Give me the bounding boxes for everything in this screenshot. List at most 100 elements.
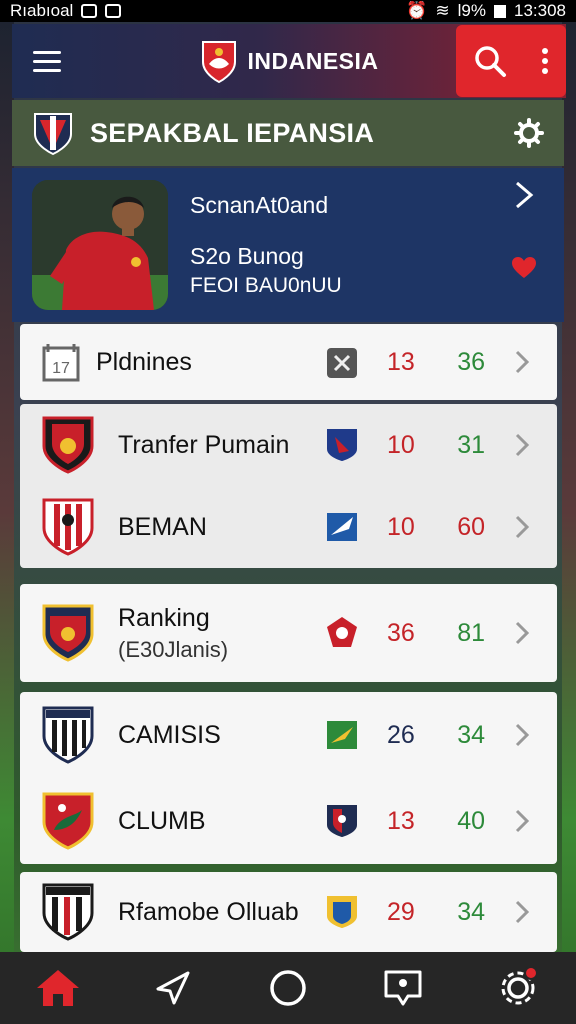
score-a: 26 [387,720,415,749]
score-pair: 36 81 [387,619,507,648]
featured-player-card[interactable]: ScnanAt0and S2o Bunog FEOI BAU0nUU [12,168,564,322]
score-b: 40 [457,806,485,835]
score-b: 31 [457,430,485,459]
score-b: 36 [457,347,485,376]
featured-text: ScnanAt0and S2o Bunog FEOI BAU0nUU [190,192,504,298]
list-item-label: CLUMB [118,806,206,835]
chevron-right-icon[interactable] [507,432,537,458]
hamburger-menu-button[interactable] [12,24,82,98]
score-pair: 29 34 [387,898,507,927]
team-badge-icon [327,721,357,749]
list-card: Tranfer Pumain 10 31 BEMAN 10 60 [20,404,557,568]
featured-subtitle: S2o Bunog [190,243,304,269]
list-item[interactable]: BEMAN 10 60 [20,486,557,568]
search-button[interactable] [473,44,507,78]
team-badge-icon [327,896,357,928]
wifi-icon: ≋ [435,1,450,20]
alarm-icon: ⏰ [406,1,428,20]
list-item-label: Tranfer Pumain [118,430,290,459]
menu-line [33,50,61,54]
chevron-right-icon[interactable] [507,808,537,834]
section-banner: SEPAKBAL IEPANSIA [12,100,564,166]
team-badge-icon [327,617,357,647]
featured-player-name: ScnanAt0and [190,192,329,218]
score-pair: 26 34 [387,721,507,750]
chevron-right-icon[interactable] [507,514,537,540]
section-logo-icon [34,113,72,156]
nav-messages[interactable] [363,952,443,1024]
score-a: 36 [387,618,415,647]
team-badge-icon [327,513,357,541]
svg-text:17: 17 [52,360,70,377]
chevron-right-icon[interactable] [513,180,535,210]
brand-logo-icon [202,41,237,84]
list-item[interactable]: CAMISIS 26 34 [20,692,557,778]
app-title: INDANESIA [247,47,379,74]
chat-location-icon [384,970,422,1006]
chevron-right-icon[interactable] [507,722,537,748]
list-item-text: Ranking (E30Jlanis) [118,604,325,663]
chevron-right-icon[interactable] [507,899,537,925]
score-b: 60 [457,512,485,541]
list-item[interactable]: CLUMB 13 40 [20,778,557,864]
battery-icon [494,4,506,18]
header-actions [456,25,566,97]
team-badge-icon [327,348,357,378]
featured-subtitle-2: FEOI BAU0nUU [190,274,342,297]
carrier-label: Rıabıoal [10,1,74,20]
list-item-label: Pldnines [96,347,192,376]
score-b: 34 [457,720,485,749]
score-b: 34 [457,897,485,926]
list-item-label: CAMISIS [118,720,221,749]
nav-home[interactable] [18,952,98,1024]
heart-icon[interactable] [511,256,537,280]
team-badge-icon [327,429,357,461]
app-header: INDANESIA [12,24,566,98]
club-crest-icon [42,604,94,662]
score-a: 13 [387,806,415,835]
score-pair: 13 36 [387,348,507,377]
status-bar: Rıabıoal ⏰ ≋ l9% 13:308 [0,0,576,22]
list-item-label: Ranking [118,603,210,632]
score-b: 81 [457,618,485,647]
club-crest-icon [42,498,94,556]
list-item[interactable]: Tranfer Pumain 10 31 [20,404,557,486]
team-badge-icon [327,805,357,837]
chevron-right-icon[interactable] [507,620,537,646]
section-title: SEPAKBAL IEPANSIA [90,117,375,148]
list-card: CAMISIS 26 34 CLUMB 13 40 [20,692,557,864]
calendar-icon: 17 [42,344,80,382]
list-item[interactable]: Rfamobe Olluab 29 34 [20,872,557,952]
more-options-button[interactable] [541,47,549,75]
battery-label: l9% [457,1,486,20]
score-pair: 10 31 [387,431,507,460]
club-crest-icon [42,883,94,941]
menu-line [33,68,61,72]
score-a: 13 [387,347,415,376]
list-item-sublabel: (E30Jlanis) [118,636,229,662]
featured-actions [504,180,544,310]
list-item[interactable]: 17 Pldnines 13 36 [20,324,557,400]
send-icon [156,971,190,1005]
chevron-right-icon[interactable] [507,349,537,375]
bottom-navigation [0,952,576,1024]
kebab-menu-icon [542,48,548,74]
player-image-icon [32,180,168,310]
notification-icon [81,4,98,18]
club-crest-icon [42,792,94,850]
list-item-label: Rfamobe Olluab [118,897,299,926]
score-a: 10 [387,512,415,541]
list-item[interactable]: Ranking (E30Jlanis) 36 81 [20,584,557,682]
nav-send[interactable] [133,952,213,1024]
app-icon [105,4,122,18]
nav-circle[interactable] [248,952,328,1024]
clock: 13:308 [514,1,566,20]
stadium-background-right [562,0,576,1024]
nav-settings[interactable] [478,952,558,1024]
section-settings-button[interactable] [514,118,544,148]
menu-line [33,59,61,63]
list-card: 17 Pldnines 13 36 [20,324,557,400]
search-icon [475,46,506,77]
brand: INDANESIA [82,38,456,84]
circle-icon [270,970,306,1006]
